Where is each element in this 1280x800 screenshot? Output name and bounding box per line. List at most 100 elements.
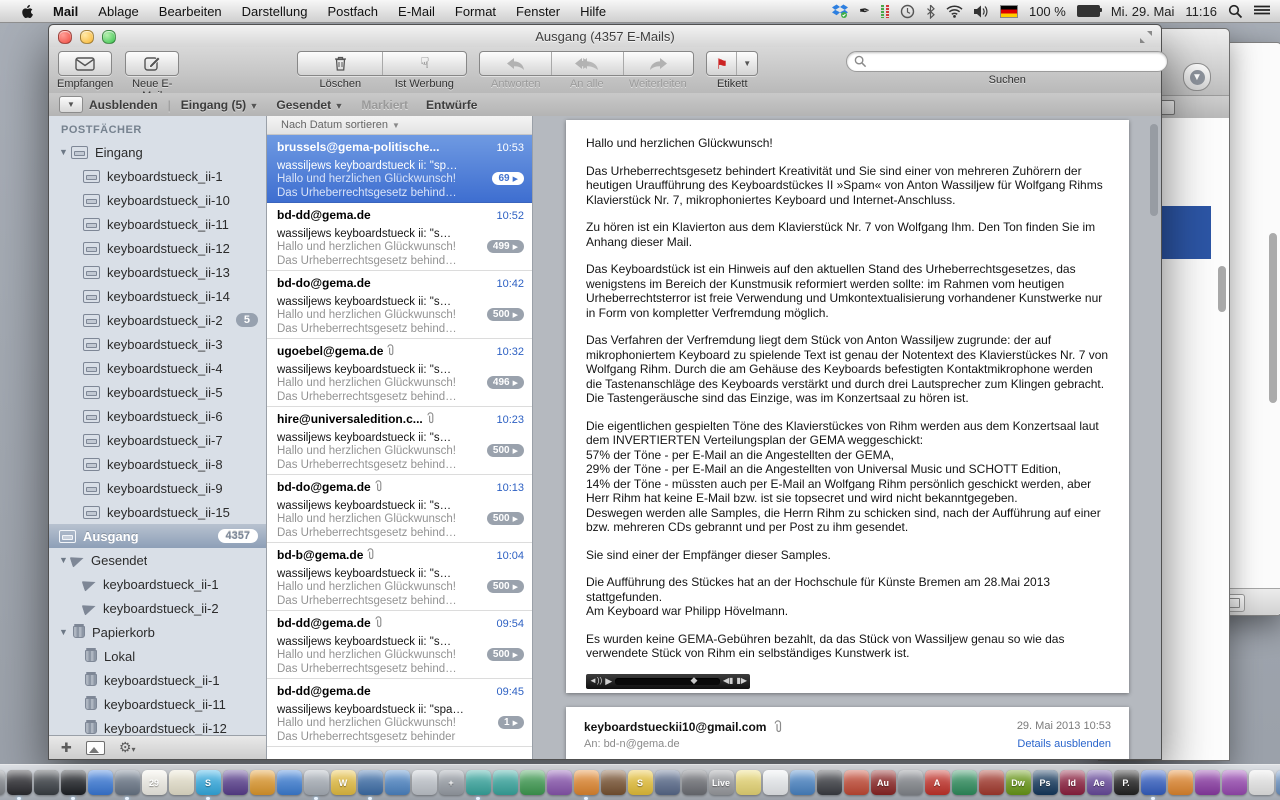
volume-icon[interactable]: ◄)) xyxy=(589,677,602,685)
dock-item[interactable] xyxy=(952,770,977,795)
menu-item[interactable]: Ablage xyxy=(88,1,148,22)
dock-item[interactable] xyxy=(88,770,113,795)
title-bar[interactable]: Ausgang (4357 E-Mails) xyxy=(49,25,1161,47)
spotlight-icon[interactable] xyxy=(1228,4,1243,19)
sidebar-item[interactable]: ▼ keyboardstueck_ii-11 xyxy=(49,692,266,716)
istat-menus-icon[interactable] xyxy=(881,5,889,18)
action-gear-icon[interactable]: ⚙▾ xyxy=(119,739,136,756)
menu-item[interactable]: Fenster xyxy=(506,1,570,22)
thread-count-badge[interactable]: 496▶ xyxy=(487,376,524,389)
sidebar-item[interactable]: ▼ keyboardstueck_ii-6 xyxy=(49,404,266,428)
hide-favorites-button[interactable]: ▼ xyxy=(59,96,83,113)
message-row[interactable]: bd-dd@gema.de 09:54 wassiljews keyboards… xyxy=(267,611,532,679)
menu-item[interactable]: Hilfe xyxy=(570,1,616,22)
dock-item[interactable] xyxy=(250,770,275,795)
dock-item[interactable] xyxy=(7,770,32,795)
sidebar-item[interactable]: ▼ keyboardstueck_ii-8 xyxy=(49,452,266,476)
dock-item[interactable]: W xyxy=(331,770,356,795)
delete-button[interactable] xyxy=(298,52,382,75)
dock-item[interactable] xyxy=(655,770,680,795)
time-machine-icon[interactable] xyxy=(900,4,915,19)
notification-center-icon[interactable] xyxy=(1254,5,1270,17)
sidebar-item[interactable]: ▼ keyboardstueck_ii-12 xyxy=(49,236,266,260)
dock-item[interactable] xyxy=(1276,770,1280,795)
dock-item[interactable] xyxy=(1195,770,1220,795)
message-row[interactable]: bd-dd@gema.de 10:52 wassiljews keyboards… xyxy=(267,203,532,271)
favorites-item[interactable]: Entwürfe ▼ xyxy=(426,98,477,112)
sidebar-item[interactable]: ▼ keyboardstueck_ii-14 xyxy=(49,284,266,308)
message-row[interactable]: bd-b@gema.de 10:04 wassiljews keyboardst… xyxy=(267,543,532,611)
receive-button[interactable]: Empfangen xyxy=(57,51,113,90)
disclosure-triangle-icon[interactable]: ▼ xyxy=(59,555,71,565)
sidebar-item[interactable]: ▼ keyboardstueck_ii-2 xyxy=(49,596,266,620)
wifi-icon[interactable] xyxy=(946,5,963,18)
search-input[interactable] xyxy=(871,54,1167,70)
favorites-item[interactable]: Gesendet ▼ xyxy=(276,98,343,112)
dock-item[interactable] xyxy=(520,770,545,795)
message-row[interactable]: brussels@gema-politische... 10:53 wassil… xyxy=(267,135,532,203)
menu-item[interactable]: Darstellung xyxy=(232,1,318,22)
sidebar-item[interactable]: ▼ keyboardstueck_ii-3 xyxy=(49,332,266,356)
dock-item[interactable]: Dw xyxy=(1006,770,1031,795)
hide-favorites-label[interactable]: Ausblenden xyxy=(89,98,158,112)
add-mailbox-icon[interactable]: ✚ xyxy=(61,740,72,756)
favorites-item[interactable]: Markiert ▼ xyxy=(361,98,408,112)
thread-count-badge[interactable]: 500▶ xyxy=(487,580,524,593)
dock-item[interactable] xyxy=(493,770,518,795)
sidebar-item[interactable]: ▼ keyboardstueck_ii-15 xyxy=(49,500,266,524)
menu-time[interactable]: 11:16 xyxy=(1185,4,1217,19)
thread-count-badge[interactable]: 500▶ xyxy=(487,444,524,457)
dock-item[interactable] xyxy=(844,770,869,795)
dock-item[interactable]: Au xyxy=(871,770,896,795)
input-language-flag-icon[interactable] xyxy=(1000,5,1018,18)
dock-item[interactable] xyxy=(0,770,5,795)
dock-item[interactable]: Ps xyxy=(1033,770,1058,795)
sidebar-item[interactable]: ▼ Papierkorb xyxy=(49,620,266,644)
flag-dropdown-button[interactable]: ▼ xyxy=(736,52,757,75)
message-row[interactable]: bd-do@gema.de 10:13 wassiljews keyboards… xyxy=(267,475,532,543)
apple-menu-icon[interactable] xyxy=(10,4,43,19)
audio-player[interactable]: ◄)) ▶ ◆ ◀▮ ▮▶ xyxy=(586,674,750,689)
background-window-1-scrollbar[interactable] xyxy=(1218,266,1226,312)
reply-button[interactable] xyxy=(480,52,551,75)
minimize-button[interactable] xyxy=(80,30,94,44)
dock-item[interactable] xyxy=(736,770,761,795)
sidebar-item[interactable]: ▼ Lokal xyxy=(49,644,266,668)
fullscreen-icon[interactable] xyxy=(1139,30,1153,44)
sidebar-item[interactable]: ▼ Eingang xyxy=(49,140,266,164)
thread-count-badge[interactable]: 500▶ xyxy=(487,648,524,661)
audio-progress-knob[interactable]: ◆ xyxy=(691,676,698,685)
dock-item[interactable] xyxy=(358,770,383,795)
battery-icon[interactable] xyxy=(1077,5,1100,17)
dock-item[interactable] xyxy=(601,770,626,795)
dock-item[interactable] xyxy=(817,770,842,795)
sidebar-item[interactable]: ▼ keyboardstueck_ii-9 xyxy=(49,476,266,500)
menu-item[interactable]: Postfach xyxy=(317,1,388,22)
message-row[interactable]: bd-dd@gema.de 09:45 wassiljews keyboards… xyxy=(267,679,532,747)
message-row[interactable]: ugoebel@gema.de 10:32 wassiljews keyboar… xyxy=(267,339,532,407)
show-panel-icon[interactable] xyxy=(86,741,105,755)
disclosure-triangle-icon[interactable]: ▼ xyxy=(59,147,71,157)
menu-item[interactable]: Mail xyxy=(43,1,88,22)
dock-item[interactable]: Ae xyxy=(1087,770,1112,795)
favorites-item[interactable]: Eingang (5) ▼ xyxy=(181,98,259,112)
dock-item[interactable] xyxy=(466,770,491,795)
dock-item[interactable]: 29 xyxy=(142,770,167,795)
menu-item[interactable]: E-Mail xyxy=(388,1,445,22)
sidebar-item[interactable]: ▼ Gesendet xyxy=(49,548,266,572)
message-row[interactable]: hire@universaledition.c... 10:23 wassilj… xyxy=(267,407,532,475)
thread-count-badge[interactable]: 499▶ xyxy=(487,240,524,253)
dock-item[interactable]: S xyxy=(628,770,653,795)
reply-all-button[interactable] xyxy=(551,52,623,75)
dock-item[interactable] xyxy=(223,770,248,795)
dock-item[interactable]: Live xyxy=(709,770,734,795)
disclosure-triangle-icon[interactable]: ▼ xyxy=(59,627,71,637)
dock-item[interactable] xyxy=(169,770,194,795)
dock-item[interactable] xyxy=(115,770,140,795)
sidebar-item[interactable]: ▼ Ausgang 4357 xyxy=(49,524,266,548)
dock-item[interactable] xyxy=(763,770,788,795)
thread-count-badge[interactable]: 69▶ xyxy=(492,172,524,185)
bluetooth-icon[interactable] xyxy=(926,4,935,19)
dock-item[interactable] xyxy=(979,770,1004,795)
dock-item[interactable] xyxy=(412,770,437,795)
